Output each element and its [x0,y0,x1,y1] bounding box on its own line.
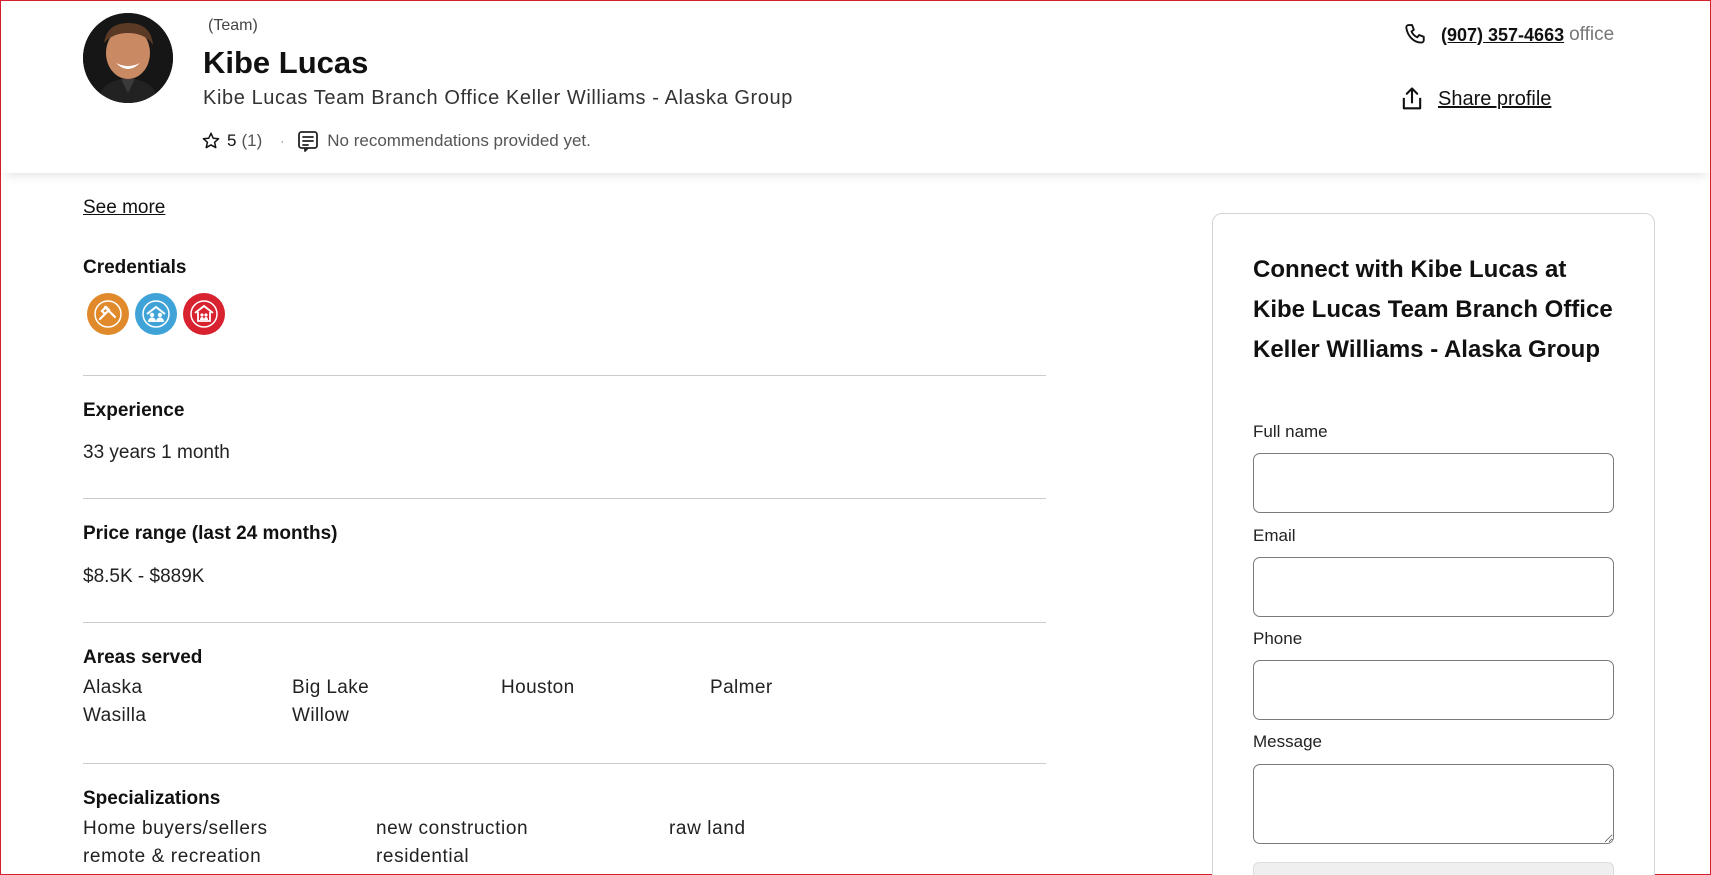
share-profile-button[interactable]: Share profile [1398,85,1551,113]
message-textarea[interactable] [1253,764,1614,844]
rating-row: 5 (1) · No recommendations provided yet. [201,129,591,153]
credential-badge-3[interactable] [183,293,225,335]
credential-badges [87,293,225,335]
section-divider [83,622,1046,623]
area-item[interactable]: Alaska [83,677,292,699]
house-people-icon [190,300,218,328]
message-label: Message [1253,732,1322,751]
credential-badge-2[interactable] [135,293,177,335]
phone-type-label: office [1569,24,1615,45]
price-range-title: Price range (last 24 months) [83,523,338,544]
specialization-item: Home buyers/sellers [83,818,268,839]
profile-header: (Team) Kibe Lucas Kibe Lucas Team Branch… [1,1,1710,173]
contact-form-card: Connect with Kibe Lucas at Kibe Lucas Te… [1212,213,1655,875]
section-divider [83,763,1046,764]
full-name-label: Full name [1253,422,1328,441]
rating-value[interactable]: 5 [227,131,236,151]
phone-label: Phone [1253,629,1303,648]
recommendation-icon [298,131,319,152]
phone-contact[interactable]: (907) 357-4663 office [1401,21,1614,49]
team-tag: (Team) [208,17,258,34]
experience-title: Experience [83,400,185,421]
specialization-item: residential [376,846,470,867]
share-icon [1402,87,1422,110]
star-icon [202,132,220,149]
family-home-icon [142,300,170,328]
area-item[interactable]: Big Lake [292,677,501,699]
areas-served-title: Areas served [83,647,203,668]
areas-served-list: Alaska Big Lake Houston Palmer Wasilla W… [83,677,919,727]
section-divider [83,498,1046,499]
see-more-link[interactable]: See more [83,197,165,219]
contact-form-title: Connect with Kibe Lucas at Kibe Lucas Te… [1253,256,1613,363]
email-label: Email [1253,526,1296,545]
specialization-item: new construction [376,818,529,839]
rating-count[interactable]: (1) [241,131,262,151]
recommendations-text: No recommendations provided yet. [327,131,591,150]
price-range-value: $8.5K - $889K [83,566,205,587]
section-divider [83,375,1046,376]
submit-button[interactable] [1253,862,1614,875]
area-item[interactable]: Willow [292,705,501,727]
phone-number-link[interactable]: (907) 357-4663 [1441,25,1564,46]
specializations-list: Home buyers/sellers new construction raw… [83,818,962,868]
specializations-title: Specializations [83,788,221,809]
tools-icon [94,300,122,328]
area-item[interactable]: Palmer [710,677,919,699]
full-name-input[interactable] [1253,453,1614,513]
email-input[interactable] [1253,557,1614,617]
experience-value: 33 years 1 month [83,442,230,463]
share-profile-label[interactable]: Share profile [1438,88,1551,111]
credential-badge-1[interactable] [87,293,129,335]
separator-dot: · [280,134,285,148]
credentials-title: Credentials [83,257,187,278]
agent-office[interactable]: Kibe Lucas Team Branch Office Keller Wil… [203,87,793,110]
specialization-item: remote & recreation [83,846,262,867]
phone-icon [1405,24,1425,44]
agent-name: Kibe Lucas [203,45,369,80]
area-item[interactable]: Wasilla [83,705,292,727]
specialization-item: raw land [669,818,746,839]
phone-input[interactable] [1253,660,1614,720]
area-item[interactable]: Houston [501,677,710,699]
agent-avatar [83,13,173,103]
